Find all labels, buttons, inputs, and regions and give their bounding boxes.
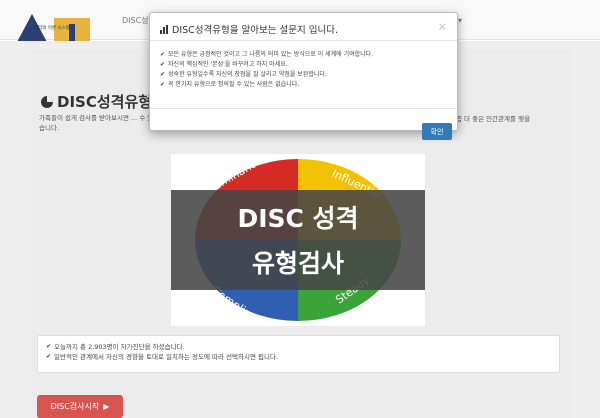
intro-text-left: 가족들이 쉽게 검사를 받아보시면 ... 수 있습니다. (39, 114, 154, 132)
disc-banner-image: Dominant Influential Steady Compliant DI… (171, 154, 425, 326)
confirm-button[interactable]: 확인 (422, 123, 452, 140)
play-icon: ▶ (103, 402, 110, 411)
page-title-text: DISC성격유형 (57, 93, 153, 111)
logo-text: 애터의 이론 시스템 (34, 24, 70, 31)
modal-header: DISC성격유형을 알아보는 설문지 입니다. × (150, 13, 457, 41)
start-test-button[interactable]: DISC검사시작 ▶ (37, 395, 123, 418)
intro-text-right: 좀 더 좋은 인간관계를 맺을 (456, 115, 531, 123)
modal-item-4: 꼭 한가지 유형으로 정의될 수 있는 사람은 없습니다. (168, 81, 300, 88)
close-icon[interactable]: × (438, 20, 447, 33)
modal-title-text: DISC성격유형을 알아보는 설문지 입니다. (172, 25, 338, 36)
page-title: DISC성격유형 (40, 91, 152, 112)
modal-title: DISC성격유형을 알아보는 설문지 입니다. (160, 22, 338, 36)
check-icon: ✔ (160, 81, 166, 88)
check-icon: ✔ (160, 51, 166, 58)
start-test-label: DISC검사시작 (50, 402, 100, 411)
survey-modal: DISC성격유형을 알아보는 설문지 입니다. × ✔ 모든 유형은 긍정적인 것… (149, 12, 458, 140)
info-line-2: 일반적인 관계에서 자신의 경향을 토대로 일치하는 정도에 따라 선택하시면 … (54, 353, 279, 361)
modal-body: ✔ 모든 유형은 긍정적인 것이고 그 나름의 의미 있는 방식으로 이 세계에 … (160, 50, 450, 90)
modal-item-3: 성숙한 유형일수록 자신의 장점을 잘 살리고 약점을 보완합니다. (168, 71, 327, 78)
modal-item-1: 모든 유형은 긍정적인 것이고 그 나름의 의미 있는 방식으로 이 세계에 기… (168, 51, 374, 58)
bar-chart-icon (160, 24, 168, 34)
check-icon: ✔ (160, 71, 166, 78)
banner-title-line1: DISC 성격 (237, 204, 359, 233)
banner-title-line2: 유형검사 (251, 249, 344, 278)
check-icon: ✔ (46, 353, 52, 360)
modal-footer-divider (150, 108, 457, 109)
info-box: ✔ 오늘까지 총 2,903명이 자가진단을 하셨습니다. ✔ 일반적인 관계에서 … (37, 335, 560, 373)
modal-item-2: 자신의 핵심적인 '본성'을 바꾸려고 하지 마세요. (168, 61, 288, 68)
pie-chart-icon (41, 95, 53, 108)
check-icon: ✔ (46, 343, 52, 350)
info-line-1: 오늘까지 총 2,903명이 자가진단을 하셨습니다. (54, 343, 185, 351)
check-icon: ✔ (160, 61, 166, 68)
